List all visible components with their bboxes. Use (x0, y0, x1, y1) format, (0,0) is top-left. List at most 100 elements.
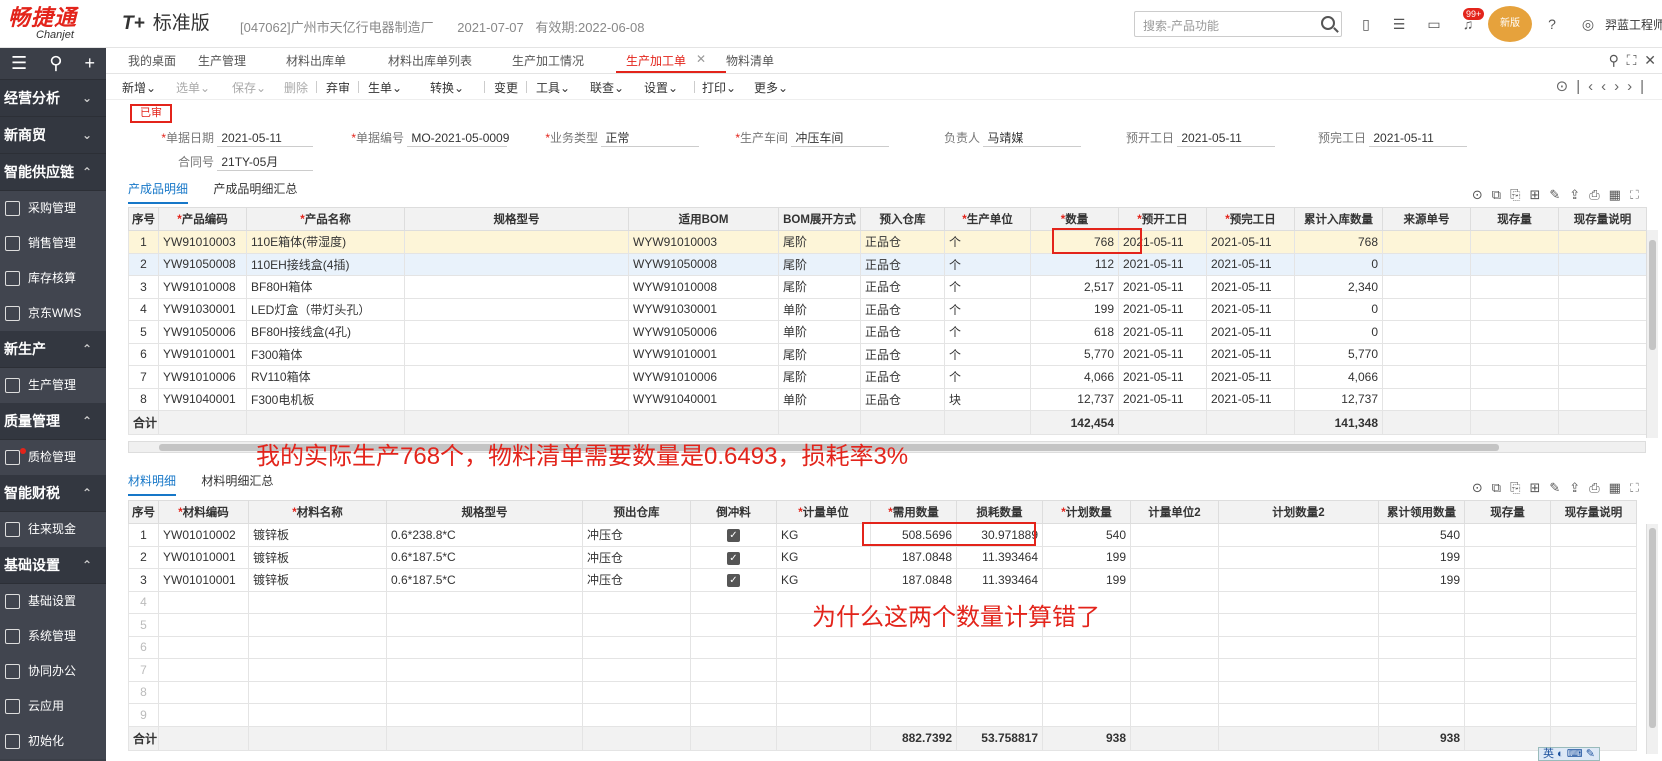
table-cell[interactable] (386, 703, 583, 727)
user-name[interactable]: 羿蓝工程师 (1605, 16, 1662, 33)
table-cell[interactable]: 5,770 (1294, 342, 1383, 366)
table-cell[interactable]: 110EH接线盒(4插) (246, 252, 405, 276)
fullscreen-icon[interactable]: ⛶ (1627, 52, 1637, 68)
table-cell[interactable]: YW91010003 (158, 230, 247, 254)
document-icon[interactable]: ▯ (1358, 16, 1374, 32)
sidebar-group-trade[interactable]: 新商贸 ⌄ (0, 117, 106, 154)
table-cell[interactable]: 2021-05-11 (1206, 365, 1295, 389)
table-cell[interactable] (1550, 568, 1637, 592)
product-vscroll[interactable] (1646, 230, 1658, 438)
column-header[interactable]: 现存量说明 (1550, 500, 1637, 524)
scroll-thumb[interactable] (1649, 528, 1656, 728)
table-cell[interactable] (1550, 590, 1637, 614)
table-cell[interactable] (1558, 297, 1647, 321)
avatar[interactable]: 新版 (1488, 6, 1532, 42)
table-cell[interactable] (870, 635, 957, 659)
table-row[interactable]: 3 YW01010001 镀锌板 0.6*187.5*C 冲压仓 ✓ KG 187.0848 1… (128, 568, 1637, 592)
sidebar-item-qc[interactable]: 质检管理 (0, 440, 106, 475)
print-icon[interactable]: ⎙ (1589, 480, 1608, 495)
table-cell[interactable]: F300箱体 (246, 342, 405, 366)
table-cell[interactable]: 5 (128, 320, 159, 344)
table-cell[interactable]: YW91040001 (158, 387, 247, 411)
table-cell[interactable] (1378, 635, 1465, 659)
table-cell[interactable]: ✓ (690, 568, 777, 592)
column-header[interactable]: 规格型号 (386, 500, 583, 524)
table-cell[interactable] (956, 658, 1043, 682)
table-cell[interactable] (1558, 275, 1647, 299)
table-cell[interactable] (776, 658, 871, 682)
export-icon[interactable]: ⇪ (1569, 187, 1589, 202)
table-cell[interactable] (248, 703, 387, 727)
table-cell[interactable] (248, 635, 387, 659)
first-icon[interactable]: |‹ (1576, 78, 1601, 95)
table-cell[interactable] (582, 590, 691, 614)
tab-production-mgmt[interactable]: 生产管理 (198, 52, 246, 69)
table-cell[interactable]: WYW91010006 (628, 365, 779, 389)
table-cell[interactable] (1464, 568, 1551, 592)
table-cell[interactable] (1550, 680, 1637, 704)
more-button[interactable]: 更多⌄ (754, 79, 788, 96)
table-row[interactable]: 2 YW91050008 110EH接线盒(4插) WYW91050008 尾阶 正品仓个… (128, 252, 1647, 276)
table-cell[interactable]: 3 (128, 275, 159, 299)
table-cell[interactable]: KG (776, 523, 871, 547)
table-cell[interactable] (1464, 545, 1551, 569)
table-cell[interactable] (1558, 230, 1647, 254)
table-cell[interactable] (1382, 387, 1471, 411)
table-cell[interactable]: 2021-05-11 (1206, 252, 1295, 276)
table-cell[interactable]: 768 (1294, 230, 1383, 254)
sidebar-item-cash[interactable]: 往来现金 (0, 512, 106, 547)
column-header[interactable]: 规格型号 (404, 207, 629, 231)
column-header[interactable]: BOM展开方式 (778, 207, 861, 231)
table-cell[interactable] (1042, 635, 1131, 659)
table-cell[interactable] (386, 635, 583, 659)
doc-no-field[interactable]: *单据编号 MO-2021-05-0009 (348, 129, 509, 147)
table-cell[interactable] (1130, 635, 1219, 659)
table-row[interactable]: 1 YW91010003 110E箱体(带湿度) WYW91010003 尾阶 正品仓个 7… (128, 230, 1647, 254)
table-cell[interactable] (1464, 613, 1551, 637)
table-cell[interactable] (956, 635, 1043, 659)
sidebar-group-quality[interactable]: 质量管理 ⌃ (0, 403, 106, 440)
workshop-field[interactable]: *生产车间 冲压车间 (730, 129, 890, 147)
table-cell[interactable]: WYW91010001 (628, 342, 779, 366)
table-cell[interactable] (386, 613, 583, 637)
column-header[interactable]: 累计入库数量 (1294, 207, 1383, 231)
table-cell[interactable]: 2021-05-11 (1118, 230, 1207, 254)
table-row[interactable]: 9 (128, 703, 1637, 727)
biz-type-field[interactable]: *业务类型 正常 (540, 129, 700, 147)
table-cell[interactable] (1378, 590, 1465, 614)
table-cell[interactable]: RV110箱体 (246, 365, 405, 389)
table-cell[interactable] (1550, 658, 1637, 682)
column-header[interactable]: *计量单位 (776, 500, 871, 524)
scroll-thumb[interactable] (1649, 240, 1656, 350)
table-cell[interactable]: 2021-05-11 (1118, 387, 1207, 411)
table-cell[interactable] (1382, 275, 1471, 299)
table-cell[interactable]: YW91010006 (158, 365, 247, 389)
print-button[interactable]: 打印⌄ (702, 79, 736, 96)
table-cell[interactable] (1470, 230, 1559, 254)
table-cell[interactable]: ✓ (690, 523, 777, 547)
sidebar-item-basic-settings[interactable]: 基础设置 (0, 584, 106, 619)
tab-material-out-list[interactable]: 材料出库单列表 (388, 52, 472, 69)
table-cell[interactable] (248, 680, 387, 704)
query-button[interactable]: 联查⌄ (590, 79, 624, 96)
table-cell[interactable] (1378, 680, 1465, 704)
table-cell[interactable] (404, 365, 629, 389)
table-cell[interactable] (870, 680, 957, 704)
checkbox[interactable]: ✓ (727, 551, 740, 565)
table-cell[interactable] (1382, 230, 1471, 254)
ime-indicator[interactable]: 英 ◐ ⌨ ✎ (1538, 747, 1600, 761)
save-button[interactable]: 保存⌄ (232, 79, 266, 96)
tab-product-detail[interactable]: 产成品明细 (128, 180, 189, 204)
table-cell[interactable] (158, 613, 249, 637)
change-button[interactable]: 变更 (494, 79, 518, 96)
table-cell[interactable] (1470, 275, 1559, 299)
table-cell[interactable] (1130, 523, 1219, 547)
table-cell[interactable]: 6 (128, 635, 159, 659)
expand-icon[interactable]: ⛶ (1630, 187, 1648, 202)
plan-start-field[interactable]: 预开工日 2021-05-11 (1124, 129, 1276, 147)
table-cell[interactable] (404, 342, 629, 366)
table-cell[interactable] (404, 275, 629, 299)
table-cell[interactable]: KG (776, 545, 871, 569)
table-cell[interactable]: WYW91040001 (628, 387, 779, 411)
table-cell[interactable]: 个 (944, 252, 1031, 276)
